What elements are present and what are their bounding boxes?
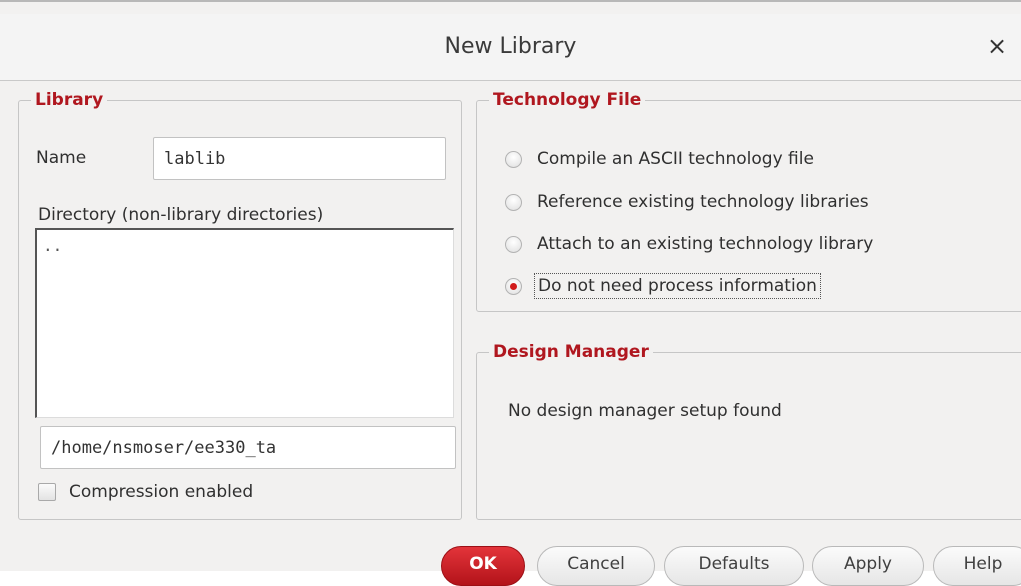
directory-list[interactable]: .. [35, 228, 454, 418]
help-button[interactable]: Help [933, 546, 1021, 586]
tech-option-reference-existing[interactable]: Reference existing technology libraries [505, 187, 872, 217]
dialog-title: New Library [444, 34, 577, 59]
radio-button[interactable] [505, 235, 522, 253]
ok-button[interactable]: OK [441, 546, 525, 586]
defaults-button[interactable]: Defaults [664, 546, 804, 586]
tech-option-label: Do not need process information [534, 273, 821, 299]
compression-label: Compression enabled [69, 482, 254, 502]
design-manager-group: Design Manager [476, 342, 1021, 520]
directory-path-input[interactable]: /home/nsmoser/ee330_ta [40, 426, 456, 469]
directory-list-item[interactable]: .. [43, 236, 447, 255]
tech-option-no-process-info[interactable]: Do not need process information [505, 271, 821, 301]
directory-label: Directory (non-library directories) [38, 205, 324, 225]
design-manager-legend: Design Manager [493, 342, 649, 362]
tech-option-compile-ascii[interactable]: Compile an ASCII technology file [505, 144, 817, 174]
technology-file-legend: Technology File [493, 90, 642, 110]
new-library-dialog: New Library × Library Name lablib Direct… [0, 0, 1021, 586]
apply-button[interactable]: Apply [812, 546, 924, 586]
title-bar: New Library × [0, 14, 1021, 81]
radio-button-selected[interactable] [505, 277, 522, 295]
compression-checkbox[interactable] [38, 483, 56, 501]
tech-option-label: Attach to an existing technology library [537, 234, 874, 254]
name-input[interactable]: lablib [153, 137, 446, 180]
design-manager-message: No design manager setup found [508, 401, 782, 421]
radio-button[interactable] [505, 150, 522, 168]
tech-option-attach-existing[interactable]: Attach to an existing technology library [505, 229, 876, 259]
tech-option-label: Compile an ASCII technology file [537, 149, 814, 169]
radio-button[interactable] [505, 193, 522, 211]
name-label: Name [36, 148, 87, 168]
close-icon[interactable]: × [983, 32, 1011, 60]
tech-option-label: Reference existing technology libraries [537, 192, 869, 212]
library-legend: Library [35, 90, 104, 110]
cancel-button[interactable]: Cancel [537, 546, 655, 586]
